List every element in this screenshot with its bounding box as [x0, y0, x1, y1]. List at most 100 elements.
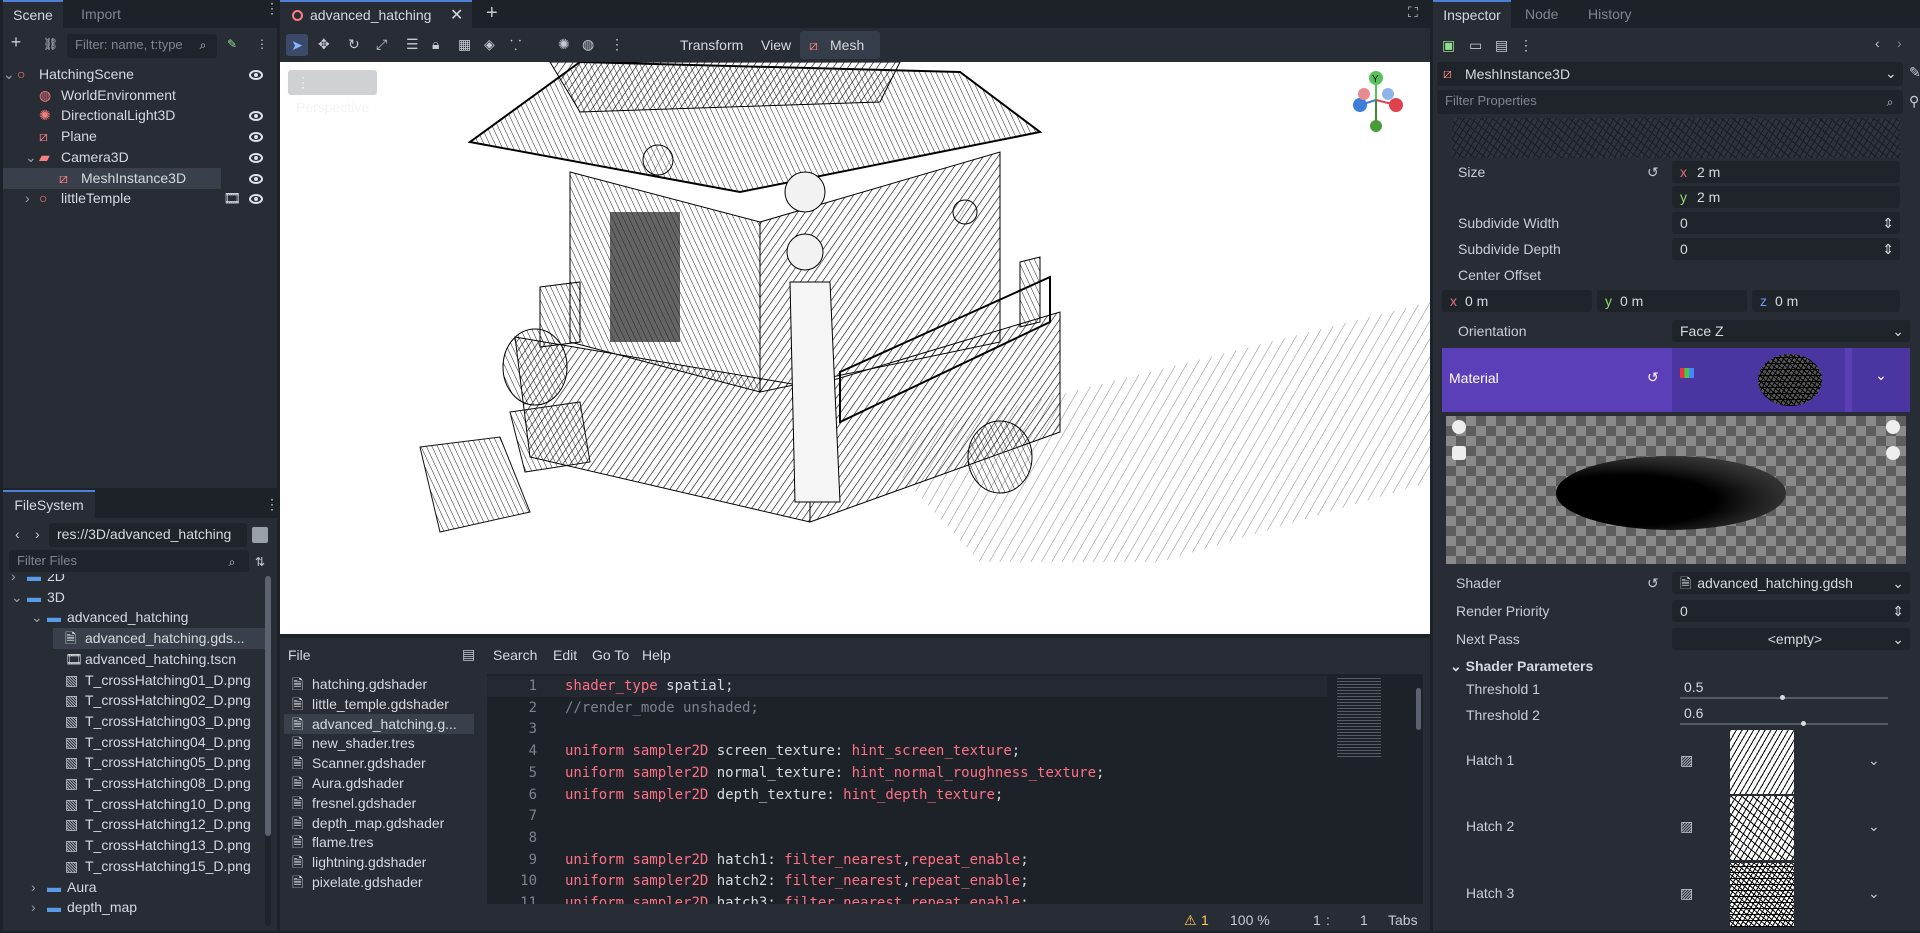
subdivide-depth-field[interactable]: 0 ⇕: [1672, 238, 1900, 260]
subdivide-width-field[interactable]: 0 ⇕: [1672, 212, 1900, 234]
threshold1-slider[interactable]: 0.5: [1672, 678, 1892, 702]
visibility-eye-icon[interactable]: [249, 70, 263, 80]
shader-parameters-section[interactable]: ⌄ Shader Parameters: [1450, 658, 1593, 675]
visibility-eye-icon[interactable]: [249, 132, 263, 143]
scene-options-icon[interactable]: ⋮: [255, 35, 269, 51]
dock-menu-icon[interactable]: ⋮: [265, 1, 279, 22]
preview-light-icon[interactable]: ✺: [558, 36, 570, 53]
script-file-item[interactable]: 🗎︎ advanced_hatching.g...: [284, 713, 474, 734]
scene-filter-input[interactable]: Filter: name, t:type: [67, 34, 217, 58]
hatch3-thumbnail[interactable]: [1730, 863, 1794, 927]
file-item[interactable]: ▧ T_crossHatching12_D.png: [3, 814, 265, 835]
inspector-menu-icon[interactable]: ⋮: [1519, 37, 1533, 54]
preview-shape-icon[interactable]: [1452, 446, 1466, 460]
script-file-item[interactable]: 🗎︎ new_shader.tres: [284, 733, 474, 753]
scene-tree-item[interactable]: ⌄ ○ HatchingScene: [3, 64, 277, 85]
file-item[interactable]: ▧ T_crossHatching10_D.png: [3, 794, 265, 815]
back-icon[interactable]: ‹: [15, 526, 20, 542]
expand-chevron-icon[interactable]: ›: [11, 574, 16, 587]
mesh-menu[interactable]: ⧄ Mesh: [800, 31, 880, 59]
hatch3-dropdown-icon[interactable]: ⌄: [1868, 885, 1880, 902]
rotate-tool-icon[interactable]: ↻: [348, 36, 360, 53]
hatch1-dropdown-icon[interactable]: ⌄: [1868, 752, 1880, 769]
instance-scene-icon[interactable]: 🎞︎: [223, 188, 241, 209]
hatch2-thumbnail[interactable]: [1730, 796, 1794, 860]
material-row[interactable]: Material ↺ ⌄: [1442, 348, 1910, 412]
script-file-item[interactable]: 🗎︎ fresnel.gdshader: [284, 793, 474, 813]
open-resource-icon[interactable]: ▭: [1469, 37, 1482, 54]
hatch2-dropdown-icon[interactable]: ⌄: [1868, 818, 1880, 835]
render-priority-stepper-icon[interactable]: ⇕: [1892, 600, 1904, 622]
center-z-field[interactable]: z 0 m: [1752, 290, 1900, 312]
view-menu[interactable]: View: [761, 37, 791, 53]
move-tool-icon[interactable]: ✥: [318, 36, 330, 53]
file-item[interactable]: ▧ T_crossHatching13_D.png: [3, 835, 265, 856]
script-file-item[interactable]: 🗎︎ Scanner.gdshader: [284, 753, 474, 773]
cube-icon[interactable]: ◈: [484, 36, 495, 53]
menu-search[interactable]: Search: [493, 647, 537, 663]
preview-light1-icon[interactable]: [1452, 420, 1466, 434]
filter-files-input[interactable]: Filter Files: [9, 550, 249, 572]
forward-icon[interactable]: ›: [35, 526, 40, 542]
lock-icon[interactable]: 🔒︎: [432, 36, 439, 53]
expand-chevron-icon[interactable]: ⌄: [25, 147, 37, 168]
transform-menu[interactable]: Transform: [680, 37, 743, 53]
folder-item[interactable]: › ▬ Aura: [3, 877, 265, 898]
orientation-dropdown[interactable]: Face Z ⌄: [1672, 320, 1910, 342]
script-file-item[interactable]: 🗎︎ lightning.gdshader: [284, 852, 474, 872]
menu-help[interactable]: Help: [642, 647, 671, 663]
code-area[interactable]: 1 shader_type spatial; 2 //render_mode unsh…: [487, 674, 1423, 904]
node-selector[interactable]: ⧄ MeshInstance3D ⌄: [1437, 62, 1903, 86]
script-file-item[interactable]: 🗎︎ pixelate.gdshader: [284, 872, 474, 892]
visibility-eye-icon[interactable]: [249, 173, 263, 184]
group-icon[interactable]: ▦: [458, 36, 471, 53]
tab-import[interactable]: Import: [71, 0, 131, 28]
render-priority-field[interactable]: 0 ⇕: [1672, 600, 1910, 622]
size-x-field[interactable]: x 2 m: [1672, 161, 1900, 183]
add-node-icon[interactable]: +: [9, 33, 23, 51]
scene-tree-item[interactable]: ⧄ Plane: [3, 126, 277, 147]
material-resource-picker[interactable]: [1672, 348, 1845, 412]
code-scrollbar[interactable]: [1416, 688, 1421, 730]
material-dropdown-icon[interactable]: ⌄: [1852, 348, 1910, 412]
revert-size-icon[interactable]: ↺: [1647, 164, 1659, 181]
scene-tree-item[interactable]: ⌄ ▰ Camera3D: [3, 147, 277, 168]
revert-material-icon[interactable]: ↺: [1647, 369, 1659, 386]
view-gizmo[interactable]: Y: [1340, 70, 1412, 134]
filter-options-icon[interactable]: ⚲: [1909, 93, 1919, 110]
visibility-eye-icon[interactable]: [249, 111, 263, 122]
preview-environment-icon[interactable]: ◍: [582, 36, 594, 53]
tab-inspector[interactable]: Inspector: [1433, 0, 1511, 28]
expand-chevron-icon[interactable]: ⌄: [11, 587, 23, 608]
script-file-item[interactable]: 🗎︎ flame.tres: [284, 832, 474, 852]
file-item[interactable]: ▧ T_crossHatching08_D.png: [3, 773, 265, 794]
menu-goto[interactable]: Go To: [592, 647, 629, 663]
new-resource-icon[interactable]: ▣: [1442, 37, 1455, 54]
attach-script-icon[interactable]: ✎: [225, 35, 239, 51]
file-item[interactable]: 🎞︎ advanced_hatching.tscn: [3, 649, 265, 670]
file-item[interactable]: ▧ T_crossHatching02_D.png: [3, 690, 265, 711]
select-tool-icon[interactable]: ➤: [286, 34, 308, 56]
script-file-item[interactable]: 🗎︎ depth_map.gdshader: [284, 813, 474, 833]
link-icon[interactable]: ⛓: [43, 35, 58, 51]
preview-light2-icon[interactable]: [1886, 420, 1900, 434]
expand-chevron-icon[interactable]: ⌄: [31, 607, 43, 628]
toolbar-more-icon[interactable]: ⋮: [610, 36, 624, 53]
path-field[interactable]: res://3D/advanced_hatching: [49, 523, 247, 547]
expand-chevron-icon[interactable]: ⌄: [3, 64, 15, 85]
distraction-free-icon[interactable]: ⛶: [1408, 4, 1418, 21]
file-item[interactable]: ▧ T_crossHatching03_D.png: [3, 711, 265, 732]
menu-file[interactable]: File: [288, 647, 311, 663]
scene-tree-item[interactable]: ⧄ MeshInstance3D: [3, 167, 263, 189]
subdivide-width-stepper-icon[interactable]: ⇕: [1882, 212, 1894, 234]
filesystem-scrollbar[interactable]: [265, 576, 271, 926]
close-tab-icon[interactable]: ✕: [450, 5, 463, 25]
folder-item[interactable]: › ▬ 2D: [3, 574, 265, 587]
expand-chevron-icon[interactable]: ›: [31, 877, 36, 898]
scene-tree-item[interactable]: ◍ WorldEnvironment: [3, 85, 277, 106]
list-tool-icon[interactable]: ☰: [406, 36, 419, 53]
node-settings-icon[interactable]: ✎: [1909, 64, 1920, 81]
file-item[interactable]: ▧ T_crossHatching01_D.png: [3, 670, 265, 691]
filter-properties-input[interactable]: Filter Properties: [1437, 90, 1903, 114]
history-back-icon[interactable]: ‹: [1875, 35, 1880, 51]
